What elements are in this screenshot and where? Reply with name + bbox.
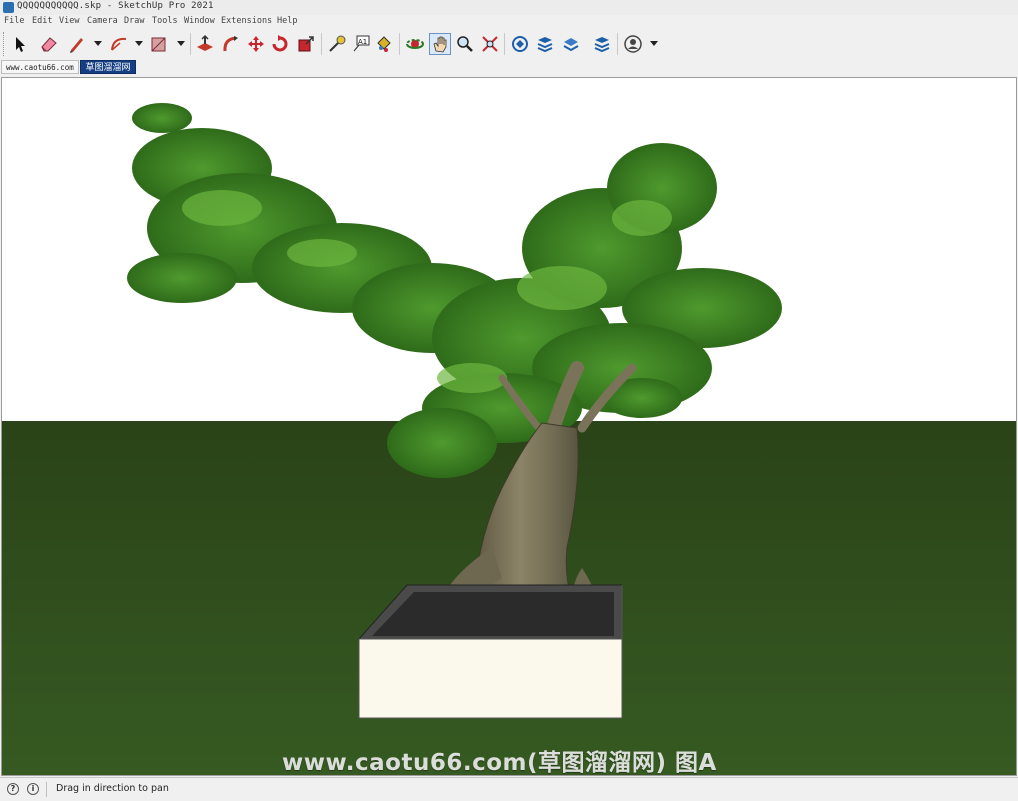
pan-icon[interactable] [429,33,451,55]
modeling-viewport[interactable] [1,77,1017,776]
arc-icon[interactable] [108,33,130,55]
layers-icon[interactable] [560,33,582,55]
sketchup-logo-icon [3,2,14,13]
menu-file[interactable]: File [4,16,24,26]
tape-measure-icon[interactable] [326,33,348,55]
paint-bucket-icon[interactable] [373,33,395,55]
extension-warehouse-icon[interactable] [534,33,556,55]
push-pull-icon[interactable] [194,33,216,55]
layout-icon[interactable] [591,33,613,55]
menu-camera[interactable]: Camera [87,16,118,26]
menu-view[interactable]: View [59,16,79,26]
shape-dropdown-icon[interactable] [177,41,185,46]
eraser-icon[interactable] [38,33,60,55]
planter-inner [372,592,614,636]
select-icon[interactable] [9,33,31,55]
planter-front [358,638,623,719]
scene-tab-1[interactable]: www.caotu66.com [1,60,79,74]
svg-text:A1: A1 [358,38,367,46]
geolocation-icon[interactable]: ? [7,783,19,795]
follow-me-icon[interactable] [220,33,242,55]
move-icon[interactable] [245,33,267,55]
toolbar-grip[interactable] [3,32,6,56]
account-dropdown-icon[interactable] [650,41,658,46]
scene-tab-2[interactable]: 草图溜溜网 [80,60,136,74]
zoom-icon[interactable] [454,33,476,55]
scale-icon[interactable] [295,33,317,55]
line-pencil-icon[interactable] [66,33,88,55]
menu-bar: File Edit View Camera Draw Tools Window … [0,15,1018,29]
watermark-text: www.caotu66.com(草图溜溜网) 图A [282,750,717,776]
status-bar: ? i Drag in direction to pan [0,777,1018,801]
menu-tools[interactable]: Tools [152,16,178,26]
text-icon[interactable]: A1 [350,33,372,55]
info-icon[interactable]: i [27,783,39,795]
title-bar: QQQQQQQQQQQ.skp - SketchUp Pro 2021 [0,0,1018,16]
rectangle-icon[interactable] [148,33,170,55]
menu-draw[interactable]: Draw [124,16,144,26]
menu-extensions[interactable]: Extensions [221,16,272,26]
orbit-icon[interactable] [404,33,426,55]
menu-window[interactable]: Window [184,16,215,26]
arc-dropdown-icon[interactable] [135,41,143,46]
main-toolbar: A1 [0,29,1018,60]
rotate-icon[interactable] [269,33,291,55]
zoom-extents-icon[interactable] [479,33,501,55]
warehouse-icon[interactable] [509,33,531,55]
scene-render [2,78,1016,775]
window-title: QQQQQQQQQQQ.skp - SketchUp Pro 2021 [17,1,214,11]
menu-edit[interactable]: Edit [32,16,52,26]
status-message: Drag in direction to pan [56,783,169,794]
scene-tabs: www.caotu66.com 草图溜溜网 [0,59,1018,76]
account-icon[interactable] [622,33,644,55]
line-dropdown-icon[interactable] [94,41,102,46]
menu-help[interactable]: Help [277,16,297,26]
